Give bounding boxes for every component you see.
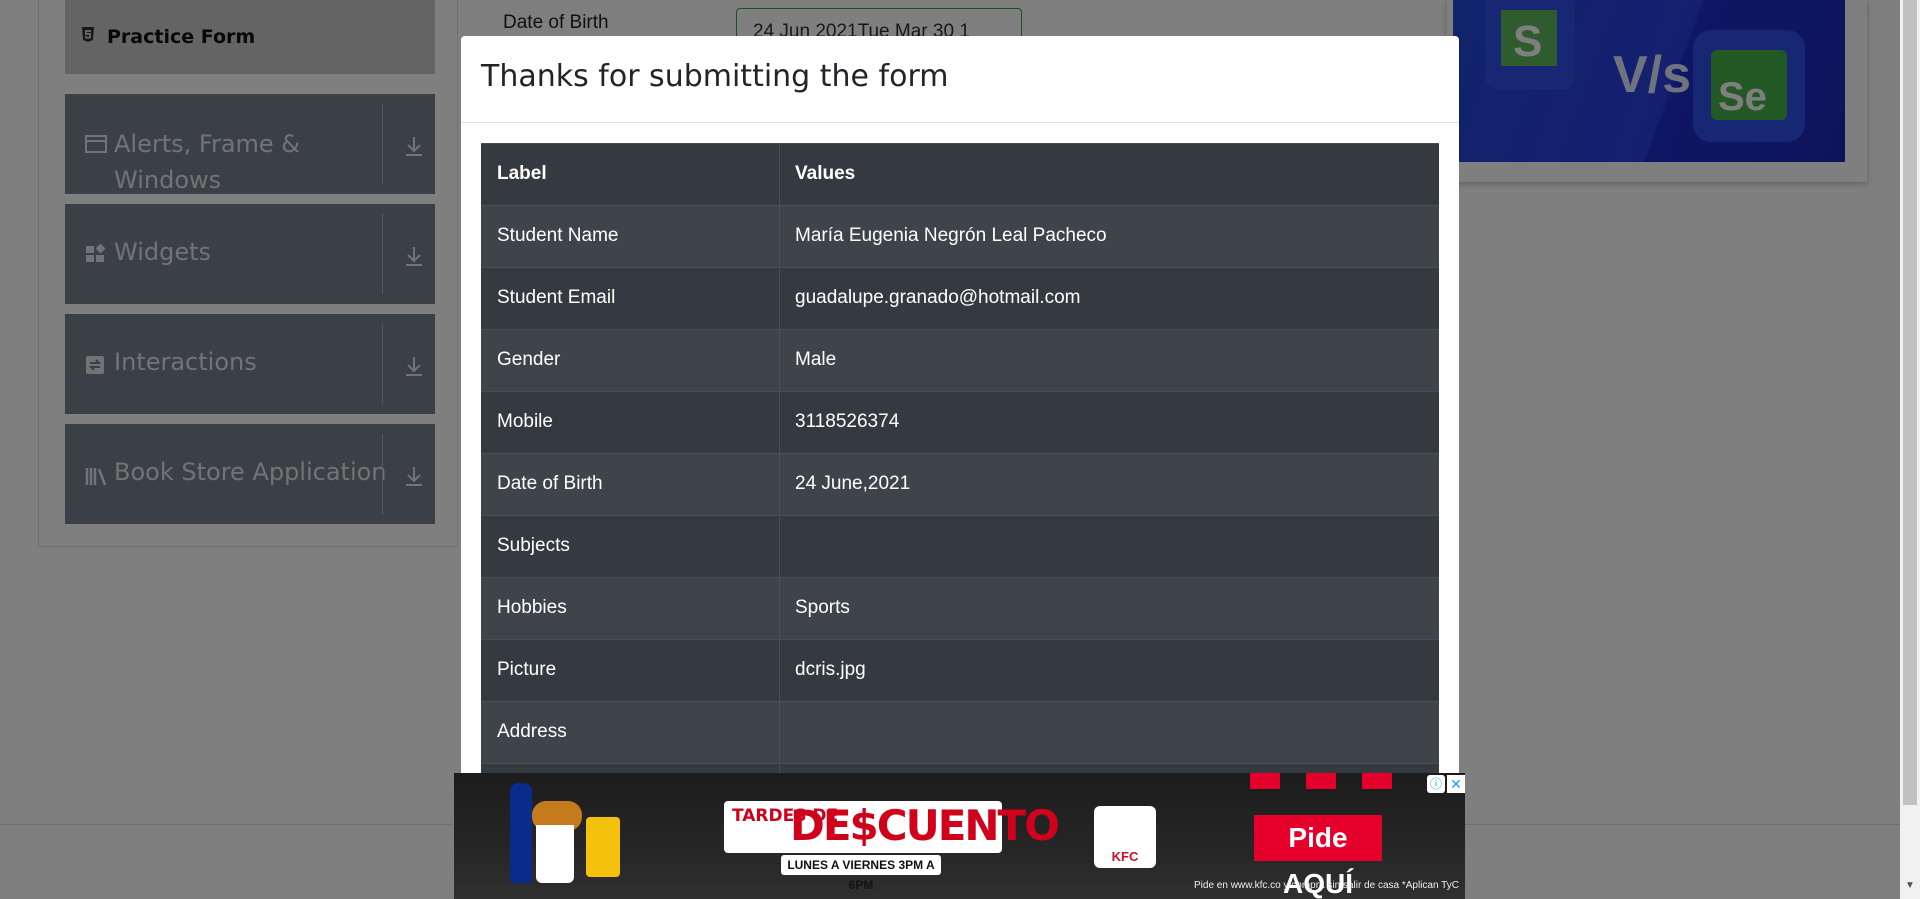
ad-stripe (1362, 773, 1392, 789)
row-value: dcris.jpg (795, 659, 866, 680)
ad-cta-button[interactable]: Pide AQUÍ (1254, 815, 1382, 899)
row-label: Address (497, 721, 567, 742)
row-value: 24 June,2021 (795, 473, 911, 494)
ad-stripe (1250, 773, 1280, 789)
column-divider (779, 640, 780, 701)
modal-header: Thanks for submitting the form (461, 36, 1459, 123)
column-divider (779, 516, 780, 577)
ad-schedule: LUNES A VIERNES 3PM A 6PM (781, 855, 941, 892)
ad-headline-descuento: DE$CUENTO (790, 801, 1060, 850)
ad-stripe (1306, 773, 1336, 789)
bucket-image (536, 825, 574, 883)
modal-title: Thanks for submitting the form (481, 59, 949, 94)
header-label: Label (497, 163, 547, 184)
row-label: Subjects (497, 535, 570, 556)
row-label: Mobile (497, 411, 553, 432)
row-label: Picture (497, 659, 557, 680)
column-divider (779, 702, 780, 763)
kfc-advertisement[interactable]: TARDES DE DE$CUENTO LUNES A VIERNES 3PM … (454, 773, 1465, 899)
row-value: Male (795, 349, 837, 370)
row-label: Gender (497, 349, 561, 370)
column-divider (779, 144, 780, 205)
table-row: Gender Male (481, 329, 1439, 391)
row-label: Hobbies (497, 597, 567, 618)
table-header-row: Label Values (481, 143, 1439, 205)
ad-info-icon[interactable]: ⓘ (1427, 775, 1445, 793)
fries-image (586, 817, 620, 877)
row-value: 3118526374 (795, 411, 900, 432)
table-row: Date of Birth 24 June,2021 (481, 453, 1439, 515)
scroll-down-arrow-icon[interactable]: ▼ (1905, 881, 1915, 891)
ad-fine-print: Pide en www.kfc.co y compra sin salir de… (1194, 880, 1459, 891)
row-value: guadalupe.granado@hotmail.com (795, 287, 1081, 308)
row-label: Student Email (497, 287, 616, 308)
row-value: María Eugenia Negrón Leal Pacheco (795, 225, 1107, 246)
kfc-logo: KFC (1094, 806, 1156, 868)
table-row: Mobile 3118526374 (481, 391, 1439, 453)
row-label: Date of Birth (497, 473, 603, 494)
soda-bottle-image (510, 783, 532, 883)
column-divider (779, 330, 780, 391)
table-row: Address (481, 701, 1439, 763)
submission-modal: Thanks for submitting the form Label Val… (461, 36, 1459, 899)
ad-headline: TARDES DE DE$CUENTO (724, 801, 1060, 853)
submission-table: Label Values Student Name María Eugenia … (481, 143, 1439, 804)
ad-close-icon[interactable]: ✕ (1447, 775, 1465, 793)
scrollbar-thumb[interactable] (1903, 0, 1917, 805)
column-divider (779, 578, 780, 639)
column-divider (779, 268, 780, 329)
column-divider (779, 392, 780, 453)
table-row: Picture dcris.jpg (481, 639, 1439, 701)
column-divider (779, 206, 780, 267)
kfc-logo-text: KFC (1111, 849, 1139, 864)
header-values: Values (795, 163, 856, 184)
column-divider (779, 454, 780, 515)
table-row: Subjects (481, 515, 1439, 577)
page-scrollbar[interactable]: ▼ (1900, 0, 1920, 899)
table-row: Student Email guadalupe.granado@hotmail.… (481, 267, 1439, 329)
row-value: Sports (795, 597, 850, 618)
row-label: Student Name (497, 225, 619, 246)
table-row: Student Name María Eugenia Negrón Leal P… (481, 205, 1439, 267)
table-row: Hobbies Sports (481, 577, 1439, 639)
